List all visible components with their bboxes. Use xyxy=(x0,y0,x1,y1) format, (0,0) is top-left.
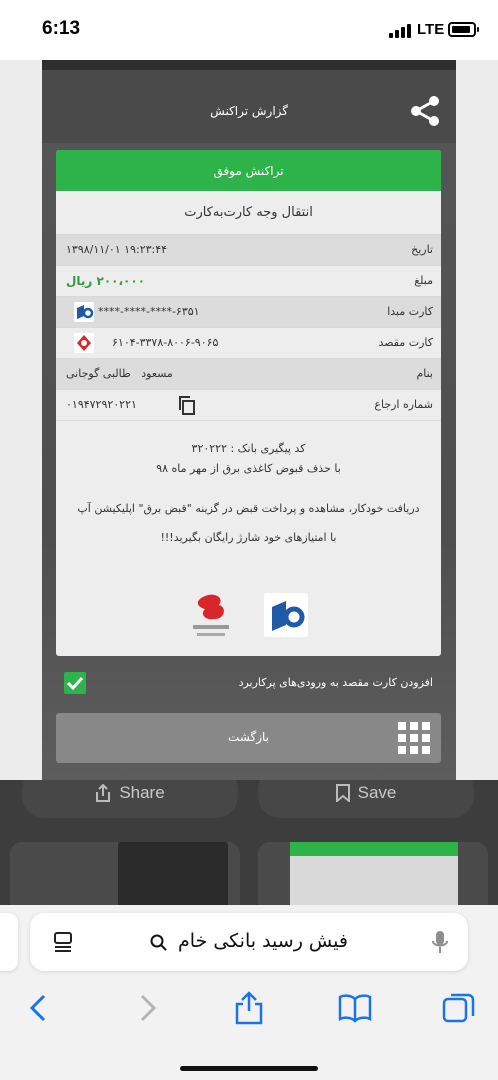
image-results-overlay: Share Save xyxy=(0,780,498,905)
home-indicator xyxy=(180,1066,318,1071)
app-header: گزارش تراکنش xyxy=(42,70,456,143)
row-name: بنام مسعود طالبی گوجانی xyxy=(56,359,441,390)
dest-card-value: ۶۱۰۴-۳۳۷۸-۸۰۰۶-۹۰۶۵ xyxy=(112,336,219,349)
copy-icon[interactable] xyxy=(178,396,196,415)
safari-bottom-bar: فیش رسید بانکی خام xyxy=(0,905,498,1080)
search-icon xyxy=(150,934,167,951)
row-label: کارت مبدا xyxy=(387,305,433,318)
back-button[interactable]: بازگشت xyxy=(56,713,441,763)
related-image-card[interactable] xyxy=(10,842,240,905)
reference-value: ۰۱۹۴۷۲۹۲۰۲۲۱ xyxy=(66,398,137,411)
dest-bank-icon xyxy=(74,333,94,353)
row-reference: شماره ارجاع ۰۱۹۴۷۲۹۲۰۲۲۱ xyxy=(56,390,441,421)
page-title: گزارش تراکنش xyxy=(210,104,288,118)
row-amount: مبلغ ۲۰۰،۰۰۰ ریال xyxy=(56,266,441,297)
saderat-bank-icon xyxy=(74,302,94,322)
tracking-code-text: کد پیگیری بانک : ۳۲۰۲۲۲ xyxy=(191,442,306,455)
tracking-code: کد پیگیری بانک : ۳۲۰۲۲۲ با حذف قبوض کاغذ… xyxy=(56,439,441,479)
back-icon[interactable] xyxy=(22,991,56,1025)
row-label: بنام xyxy=(416,367,433,380)
share-icon xyxy=(96,784,111,802)
bookmark-icon xyxy=(335,784,350,802)
success-banner: تراکنش موفق xyxy=(56,150,441,191)
back-button-label: بازگشت xyxy=(228,730,269,744)
row-dest-card: کارت مقصد ۶۱۰۴-۳۳۷۸-۸۰۰۶-۹۰۶۵ xyxy=(56,328,441,359)
source-card-value: ****-****-****-۶۳۵۱ xyxy=(98,305,200,318)
battery-icon xyxy=(448,22,479,37)
receipt-card: تراکنش موفق انتقال وجه کارت‌به‌کارت تاری… xyxy=(56,150,441,656)
grid-menu-icon[interactable] xyxy=(397,721,431,755)
safari-toolbar xyxy=(0,985,498,1035)
check-icon xyxy=(66,676,84,691)
previous-tab-card[interactable] xyxy=(0,913,18,971)
row-date: تاریخ ۱۳۹۸/۱۱/۰۱ ۱۹:۲۳:۴۴ xyxy=(56,235,441,266)
share-image-button[interactable]: Share xyxy=(22,780,238,818)
related-image-card[interactable] xyxy=(258,842,488,905)
bookmarks-icon[interactable] xyxy=(338,991,372,1025)
row-label: مبلغ xyxy=(414,274,433,287)
signal-icon xyxy=(389,24,413,38)
row-source-card: کارت مبدا ****-****-****-۶۳۵۱ xyxy=(56,297,441,328)
address-bar[interactable]: فیش رسید بانکی خام xyxy=(30,913,468,971)
share-icon[interactable] xyxy=(232,991,266,1025)
inner-status-bar xyxy=(42,60,456,70)
share-icon[interactable] xyxy=(408,94,442,128)
saderat-bank-logo xyxy=(264,593,308,637)
tabs-icon[interactable] xyxy=(442,991,476,1025)
reader-icon[interactable] xyxy=(52,931,74,953)
add-card-label: افزودن کارت مقصد به ورودی‌های پرکاربرد xyxy=(238,676,433,689)
receipt-title: انتقال وجه کارت‌به‌کارت xyxy=(56,191,441,235)
row-label: شماره ارجاع xyxy=(374,398,433,411)
save-label: Save xyxy=(357,783,397,802)
share-label: Share xyxy=(119,783,165,802)
bill-info: دریافت خودکار، مشاهده و پرداخت قبض در گز… xyxy=(77,502,420,515)
forward-icon[interactable] xyxy=(130,991,164,1025)
search-query: فیش رسید بانکی خام xyxy=(178,930,348,952)
promo-text: با امتیازهای خود شارژ رایگان بگیرید!!! xyxy=(160,531,337,544)
amount-value: ۲۰۰،۰۰۰ ریال xyxy=(66,274,146,288)
save-image-button[interactable]: Save xyxy=(258,780,474,818)
asan-pardakht-logo xyxy=(193,594,229,636)
status-time: 6:13 xyxy=(42,18,81,39)
microphone-icon[interactable] xyxy=(432,930,448,954)
add-card-checkbox[interactable] xyxy=(64,672,86,694)
status-bar: 6:13 LTE xyxy=(0,0,498,60)
date-value: ۱۳۹۸/۱۱/۰۱ ۱۹:۲۳:۴۴ xyxy=(66,243,168,256)
row-label: کارت مقصد xyxy=(378,336,433,349)
row-label: تاریخ xyxy=(411,243,433,256)
bill-notice: با حذف قبوض کاغذی برق از مهر ماه ۹۸ xyxy=(156,462,341,475)
owner-name-value: مسعود طالبی گوجانی xyxy=(66,367,173,380)
network-type: LTE xyxy=(417,21,445,38)
add-card-option[interactable]: افزودن کارت مقصد به ورودی‌های پرکاربرد xyxy=(56,668,441,700)
logos xyxy=(56,591,441,646)
